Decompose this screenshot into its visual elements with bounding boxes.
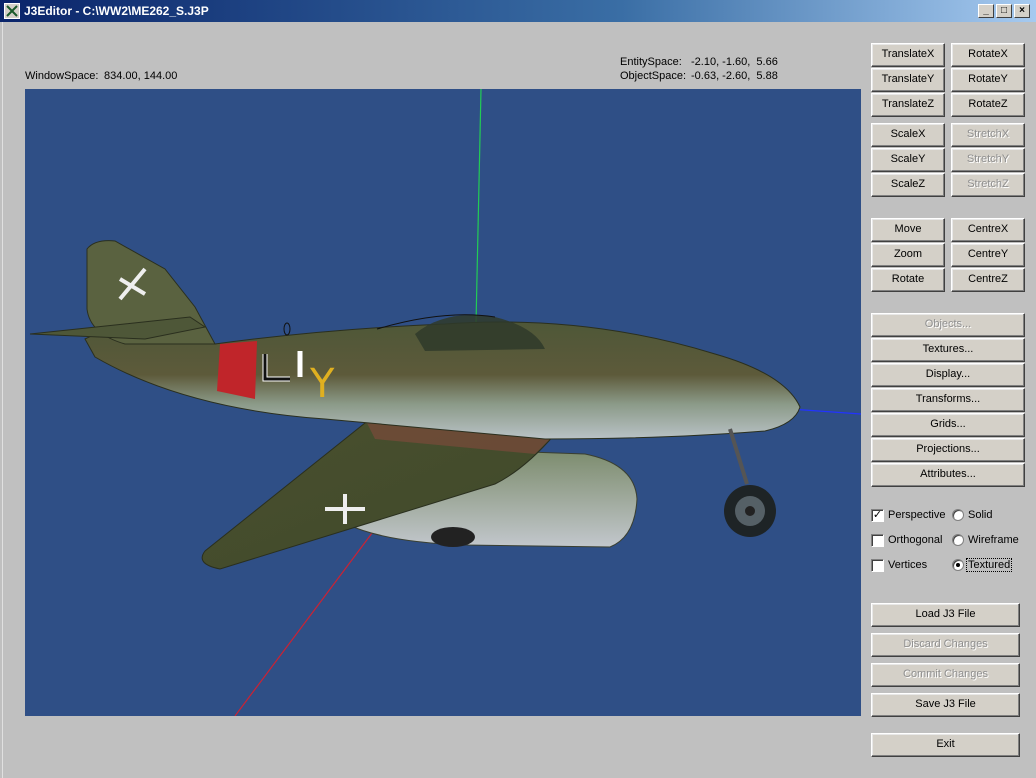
window-space-label: WindowSpace: bbox=[25, 70, 99, 82]
vertices-label: Vertices bbox=[888, 559, 928, 571]
close-button[interactable]: × bbox=[1014, 4, 1030, 18]
entity-space-label: EntitySpace: bbox=[620, 56, 682, 68]
window-space-value: 834.00, 144.00 bbox=[104, 70, 178, 82]
centre-z-button[interactable]: CentreZ bbox=[951, 268, 1025, 292]
translate-z-button[interactable]: TranslateZ bbox=[871, 93, 945, 117]
projections-button[interactable]: Projections... bbox=[871, 438, 1025, 462]
discard-changes-button[interactable]: Discard Changes bbox=[871, 633, 1020, 657]
perspective-checkbox[interactable]: ✓ bbox=[871, 509, 884, 522]
solid-radio[interactable] bbox=[952, 509, 964, 521]
object-space-label: ObjectSpace: bbox=[620, 70, 687, 82]
objects-button[interactable]: Objects... bbox=[871, 313, 1025, 337]
axis-y-line bbox=[475, 89, 482, 325]
minimize-button[interactable]: _ bbox=[978, 4, 994, 18]
scale-z-button[interactable]: ScaleZ bbox=[871, 173, 945, 197]
wireframe-radio[interactable] bbox=[952, 534, 964, 546]
axis-x-line bbox=[789, 408, 861, 415]
3d-viewport[interactable]: Y bbox=[25, 89, 861, 716]
window-title: J3Editor - C:\WW2\ME262_S.J3P bbox=[24, 4, 209, 18]
textures-button[interactable]: Textures... bbox=[871, 338, 1025, 362]
textured-label: Textured bbox=[965, 558, 1013, 572]
entity-space-value: -2.10, -1.60, 5.66 bbox=[691, 56, 778, 68]
rotate-x-button[interactable]: RotateX bbox=[951, 43, 1025, 67]
attributes-button[interactable]: Attributes... bbox=[871, 463, 1025, 487]
rotate-button[interactable]: Rotate bbox=[871, 268, 945, 292]
object-space-value: -0.63, -2.60, 5.88 bbox=[691, 70, 778, 82]
grids-button[interactable]: Grids... bbox=[871, 413, 1025, 437]
commit-changes-button[interactable]: Commit Changes bbox=[871, 663, 1020, 687]
rotate-y-button[interactable]: RotateY bbox=[951, 68, 1025, 92]
orthogonal-label: Orthogonal bbox=[888, 534, 943, 546]
vertices-checkbox[interactable] bbox=[871, 559, 884, 572]
orthogonal-checkbox[interactable] bbox=[871, 534, 884, 547]
centre-x-button[interactable]: CentreX bbox=[951, 218, 1025, 242]
move-button[interactable]: Move bbox=[871, 218, 945, 242]
maximize-button[interactable]: □ bbox=[996, 4, 1012, 18]
scale-x-button[interactable]: ScaleX bbox=[871, 123, 945, 147]
perspective-label: Perspective bbox=[888, 509, 946, 521]
translate-x-button[interactable]: TranslateX bbox=[871, 43, 945, 67]
solid-label: Solid bbox=[968, 509, 993, 521]
textured-radio[interactable] bbox=[952, 559, 964, 571]
wireframe-label: Wireframe bbox=[968, 534, 1019, 546]
zoom-button[interactable]: Zoom bbox=[871, 243, 945, 267]
stretch-z-button[interactable]: StretchZ bbox=[951, 173, 1025, 197]
stretch-y-button[interactable]: StretchY bbox=[951, 148, 1025, 172]
title-bar[interactable]: J3Editor - C:\WW2\ME262_S.J3P _ □ × bbox=[0, 0, 1036, 22]
aircraft-render: Y bbox=[29, 89, 861, 716]
exit-button[interactable]: Exit bbox=[871, 733, 1020, 757]
display-button[interactable]: Display... bbox=[871, 363, 1025, 387]
load-j3-file-button[interactable]: Load J3 File bbox=[871, 603, 1020, 627]
save-j3-file-button[interactable]: Save J3 File bbox=[871, 693, 1020, 717]
scale-y-button[interactable]: ScaleY bbox=[871, 148, 945, 172]
centre-y-button[interactable]: CentreY bbox=[951, 243, 1025, 267]
window-left-edge bbox=[0, 22, 3, 778]
radio-selected-dot bbox=[956, 563, 960, 567]
translate-y-button[interactable]: TranslateY bbox=[871, 68, 945, 92]
rotate-z-button[interactable]: RotateZ bbox=[951, 93, 1025, 117]
app-icon[interactable] bbox=[4, 3, 20, 19]
stretch-x-button[interactable]: StretchX bbox=[951, 123, 1025, 147]
transforms-button[interactable]: Transforms... bbox=[871, 388, 1025, 412]
svg-text:Y: Y bbox=[309, 361, 335, 407]
